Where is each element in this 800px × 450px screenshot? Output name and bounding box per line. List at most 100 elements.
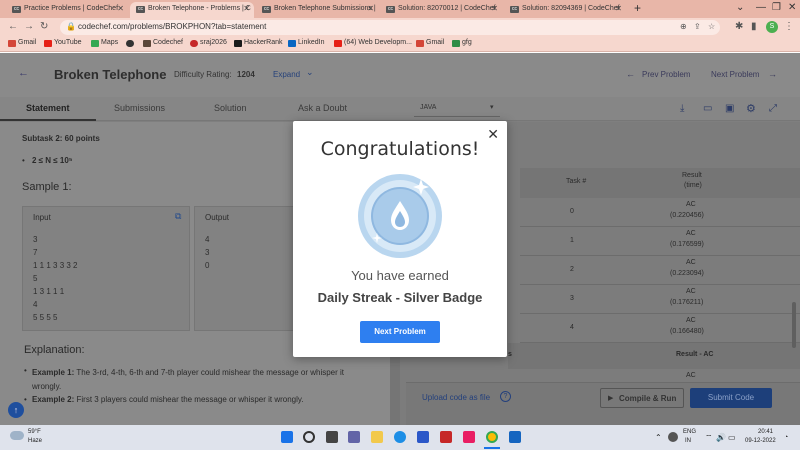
- prev-problem-link[interactable]: Prev Problem: [642, 70, 690, 79]
- explanation-heading: Explanation:: [24, 344, 85, 356]
- bookmark-hackerrank[interactable]: HackerRank: [234, 39, 283, 47]
- bookmark-sraj2026[interactable]: sraj2026: [190, 39, 227, 47]
- bookmark-linkedin[interactable]: LinkedIn: [288, 39, 324, 47]
- scrollbar-thumb[interactable]: [792, 302, 796, 348]
- fullscreen-icon[interactable]: ⤢: [769, 103, 777, 114]
- youtube-icon: [334, 40, 342, 47]
- mcafee-icon[interactable]: [440, 431, 452, 443]
- store-icon[interactable]: [417, 431, 429, 443]
- gmail-icon: [416, 40, 424, 47]
- edge-icon[interactable]: [394, 431, 406, 443]
- zoom-icon[interactable]: ⊕: [680, 22, 687, 31]
- header-time: (time): [684, 182, 702, 189]
- minimize-icon[interactable]: —: [756, 2, 766, 13]
- bookmark-youtube[interactable]: YouTube: [44, 39, 82, 47]
- back-icon[interactable]: ←: [8, 21, 18, 32]
- url-input[interactable]: 🔒 codechef.com/problems/BROKPHON?tab=sta…: [60, 20, 720, 35]
- browser-tab-broken-telephone[interactable]: cc Broken Telephone - Problems | C ✕: [130, 2, 254, 18]
- side-panel-icon[interactable]: ▮: [751, 21, 757, 32]
- download-icon[interactable]: ⤓: [680, 103, 684, 114]
- difficulty-label: Difficulty Rating:: [174, 70, 232, 79]
- task-number: 2: [570, 266, 574, 273]
- forward-icon[interactable]: →: [24, 21, 34, 32]
- browser-tab-solution-1[interactable]: cc Solution: 82070012 | CodeChef ✕: [380, 2, 502, 18]
- bookmark-web-dev[interactable]: (64) Web Developm...: [334, 39, 412, 47]
- chevron-up-icon[interactable]: ⌃: [655, 433, 662, 442]
- tab-submissions[interactable]: Submissions: [114, 103, 165, 113]
- weather-icon[interactable]: [10, 431, 24, 440]
- settings-gear-icon[interactable]: ⚙: [746, 102, 756, 115]
- summary-row: s Result - AC: [508, 343, 800, 369]
- expand-button[interactable]: Expand: [273, 70, 300, 79]
- help-icon[interactable]: ?: [500, 391, 511, 402]
- new-tab-button[interactable]: +: [634, 1, 641, 15]
- result-row: 2 AC (0.223094): [520, 256, 800, 285]
- search-icon[interactable]: [303, 431, 315, 443]
- wifi-icon[interactable]: ⌔: [705, 433, 713, 443]
- restore-icon[interactable]: ❐: [772, 2, 781, 13]
- result-row: 1 AC (0.176599): [520, 227, 800, 256]
- close-window-icon[interactable]: ✕: [788, 2, 796, 13]
- close-tab-icon[interactable]: ✕: [491, 2, 498, 16]
- next-arrow-icon[interactable]: →: [768, 69, 777, 79]
- bookmark-star-icon[interactable]: ☆: [708, 22, 715, 31]
- task-time: (0.176599): [670, 241, 704, 248]
- teams-chat-icon[interactable]: [348, 431, 360, 443]
- upload-code-link[interactable]: Upload code as file: [422, 393, 490, 402]
- browser-tab-practice[interactable]: cc Practice Problems | CodeChef ✕: [6, 2, 128, 18]
- submit-code-button[interactable]: Submit Code: [690, 388, 772, 408]
- file-explorer-icon[interactable]: [371, 431, 383, 443]
- close-tab-icon[interactable]: ✕: [367, 2, 374, 16]
- close-tab-icon[interactable]: ✕: [615, 2, 622, 16]
- bookmark-gmail[interactable]: Gmail: [8, 39, 36, 47]
- modal-title: Congratulations!: [320, 138, 480, 160]
- language-indicator-line1[interactable]: ENG: [683, 429, 696, 435]
- play-icon: ▶: [608, 395, 614, 402]
- reload-icon[interactable]: ↻: [40, 21, 48, 32]
- expand-chevron-icon[interactable]: ⌄: [306, 67, 314, 78]
- compile-run-label: Compile & Run: [619, 394, 677, 403]
- next-problem-link[interactable]: Next Problem: [711, 70, 759, 79]
- task-view-icon[interactable]: [326, 431, 338, 443]
- next-problem-button[interactable]: Next Problem: [360, 321, 440, 343]
- windows-taskbar: 59°F Haze ⌃ ENG IN ⌔ 🔊 ▭ 20:41 09-12-202…: [0, 425, 800, 450]
- difficulty-value: 1204: [237, 70, 255, 79]
- extensions-icon[interactable]: ✱: [735, 21, 743, 32]
- task-verdict: AC: [686, 317, 696, 324]
- menu-dots-icon[interactable]: ⋮: [784, 21, 794, 32]
- scroll-to-top-icon[interactable]: ↑: [8, 402, 24, 418]
- clock-time[interactable]: 20:41: [758, 429, 773, 435]
- onedrive-icon[interactable]: [668, 432, 678, 442]
- chevron-down-icon[interactable]: ⌄: [736, 2, 744, 13]
- close-tab-icon[interactable]: ✕: [243, 2, 250, 16]
- save-icon[interactable]: ▣: [725, 103, 734, 114]
- bookmark-gmail-2[interactable]: Gmail: [416, 39, 444, 47]
- battery-icon[interactable]: ▭: [728, 433, 736, 442]
- chat-icon[interactable]: ▭: [703, 103, 712, 114]
- close-tab-icon[interactable]: ✕: [117, 2, 124, 16]
- language-select[interactable]: JAVA ▾: [414, 101, 500, 117]
- browser-tab-solution-2[interactable]: cc Solution: 82094369 | CodeChef ✕: [504, 2, 626, 18]
- profile-avatar[interactable]: S: [766, 21, 778, 33]
- tab-solution[interactable]: Solution: [214, 103, 247, 113]
- back-arrow-icon[interactable]: ←: [18, 67, 29, 79]
- globe-icon: [126, 40, 134, 47]
- bookmark-gfg[interactable]: gfg: [452, 39, 472, 47]
- volume-icon[interactable]: 🔊: [716, 433, 726, 442]
- app-icon[interactable]: [509, 431, 521, 443]
- tab-statement[interactable]: Statement: [26, 103, 70, 113]
- prev-arrow-icon[interactable]: ←: [626, 69, 635, 79]
- chrome-icon[interactable]: [486, 431, 498, 443]
- browser-tab-submissions[interactable]: cc Broken Telephone Submissions | ✕: [256, 2, 378, 18]
- share-icon[interactable]: ⇪: [694, 22, 701, 31]
- input-line: 7: [33, 248, 38, 257]
- notification-icon[interactable]: ◔: [784, 434, 788, 441]
- compile-run-button[interactable]: ▶ Compile & Run: [600, 388, 684, 408]
- tab-ask-a-doubt[interactable]: Ask a Doubt: [298, 103, 347, 113]
- copy-icon[interactable]: ⧉: [175, 211, 181, 222]
- app-icon[interactable]: [463, 431, 475, 443]
- bookmark-codechef[interactable]: Codechef: [143, 39, 183, 47]
- windows-start-icon[interactable]: [281, 431, 293, 443]
- task-time: (0.176211): [670, 299, 704, 306]
- bookmark-maps[interactable]: Maps: [91, 39, 118, 47]
